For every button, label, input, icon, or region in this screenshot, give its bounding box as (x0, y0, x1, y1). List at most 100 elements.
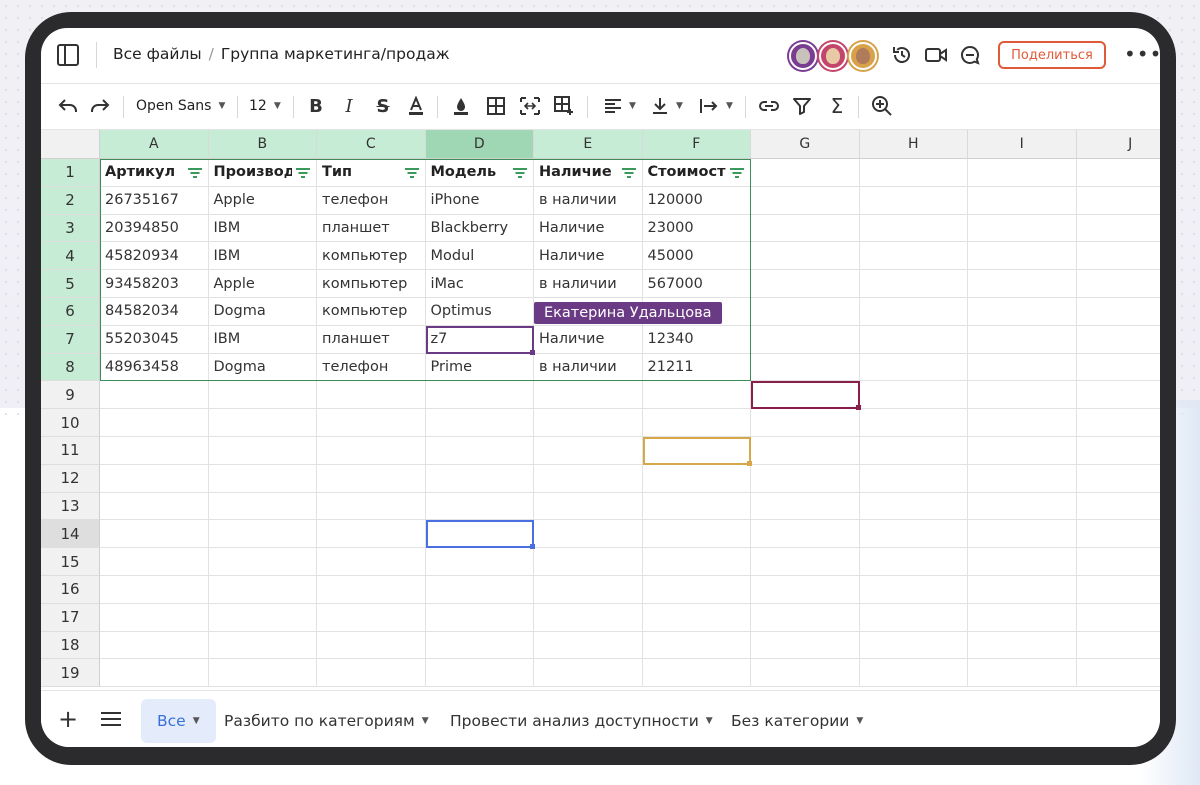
table-cell[interactable] (859, 631, 968, 660)
table-cell[interactable] (208, 437, 317, 465)
table-cell[interactable] (100, 659, 209, 688)
table-cell[interactable] (100, 492, 209, 521)
table-cell[interactable] (317, 520, 426, 549)
table-cell[interactable] (642, 576, 751, 604)
table-cell[interactable] (1076, 326, 1160, 354)
table-cell[interactable] (1076, 604, 1160, 632)
table-cell[interactable] (968, 214, 1077, 243)
font-size-select[interactable]: 12 ▼ (249, 94, 281, 118)
table-cell[interactable] (968, 576, 1077, 604)
row-header-5[interactable]: 5 (41, 270, 100, 298)
avatar[interactable] (849, 42, 877, 70)
table-cell[interactable]: Наличие (534, 325, 643, 354)
table-cell[interactable] (751, 492, 860, 521)
table-cell[interactable]: 21211 (642, 353, 751, 382)
table-cell[interactable] (534, 520, 643, 549)
table-cell[interactable]: Apple (208, 270, 317, 298)
table-cell[interactable]: в наличии (534, 270, 643, 298)
table-cell[interactable] (751, 298, 860, 326)
italic-icon[interactable]: I (338, 94, 360, 118)
table-cell[interactable] (968, 492, 1077, 521)
table-cell[interactable] (208, 409, 317, 437)
table-cell[interactable] (859, 603, 968, 632)
table-cell[interactable] (317, 381, 426, 410)
zoom-in-icon[interactable] (870, 94, 894, 118)
table-cell[interactable] (534, 381, 643, 410)
table-cell[interactable] (859, 659, 968, 688)
table-cell[interactable] (208, 576, 317, 604)
table-cell[interactable] (1076, 437, 1160, 465)
row-header-6[interactable]: 6 (41, 298, 100, 326)
column-header-g[interactable]: G (751, 130, 860, 159)
column-filter-icon[interactable] (621, 168, 636, 178)
table-cell[interactable] (425, 631, 534, 660)
table-cell[interactable] (642, 603, 751, 632)
table-cell[interactable] (100, 437, 209, 465)
table-cell[interactable] (751, 159, 860, 187)
horizontal-align-select[interactable]: ▼ (600, 94, 640, 118)
table-cell[interactable]: 23000 (642, 214, 751, 243)
sheet-tab-by-category[interactable]: Разбито по категориям ▼ (208, 699, 445, 743)
table-cell[interactable] (317, 548, 426, 576)
table-cell[interactable] (425, 464, 534, 493)
table-cell[interactable]: Prime (425, 353, 534, 382)
table-cell[interactable] (859, 576, 968, 604)
table-cell[interactable] (1076, 465, 1160, 493)
table-cell[interactable] (208, 603, 317, 632)
borders-icon[interactable] (485, 94, 507, 118)
row-header-15[interactable]: 15 (41, 548, 100, 576)
breadcrumb-root[interactable]: Все файлы (113, 45, 202, 63)
table-cell[interactable] (534, 464, 643, 493)
table-cell[interactable] (100, 603, 209, 632)
table-cell[interactable] (859, 298, 968, 326)
table-cell[interactable] (425, 520, 534, 549)
table-cell[interactable] (317, 492, 426, 521)
table-cell[interactable] (751, 270, 860, 298)
table-cell[interactable]: телефон (317, 186, 426, 215)
table-cell[interactable] (317, 409, 426, 437)
table-header-cell[interactable]: Тип (317, 159, 426, 187)
table-cell[interactable] (534, 603, 643, 632)
table-cell[interactable]: 84582034 (100, 298, 209, 326)
table-cell[interactable] (642, 659, 751, 688)
table-cell[interactable] (642, 520, 751, 549)
row-header-2[interactable]: 2 (41, 186, 100, 215)
table-cell[interactable]: Наличие (534, 242, 643, 271)
table-cell[interactable] (1076, 298, 1160, 326)
table-cell[interactable] (100, 464, 209, 493)
select-all-corner[interactable] (41, 130, 100, 159)
table-cell[interactable] (859, 325, 968, 354)
table-cell[interactable] (317, 603, 426, 632)
table-cell[interactable] (968, 631, 1077, 660)
vertical-align-select[interactable]: ▼ (647, 94, 687, 118)
insert-cells-icon[interactable] (553, 94, 575, 118)
table-cell[interactable] (859, 464, 968, 493)
table-cell[interactable]: IBM (208, 242, 317, 271)
table-cell[interactable]: телефон (317, 353, 426, 382)
row-header-17[interactable]: 17 (41, 603, 100, 632)
column-filter-icon[interactable] (404, 168, 419, 178)
row-header-18[interactable]: 18 (41, 631, 100, 660)
table-cell[interactable] (859, 520, 968, 549)
column-header-f[interactable]: F (642, 130, 751, 159)
table-cell[interactable] (1076, 493, 1160, 521)
table-cell[interactable] (534, 659, 643, 688)
table-cell[interactable] (208, 631, 317, 660)
more-options-icon[interactable]: ••• (1124, 42, 1160, 66)
column-header-b[interactable]: B (208, 130, 317, 159)
table-cell[interactable] (100, 381, 209, 410)
row-header-8[interactable]: 8 (41, 353, 100, 382)
table-cell[interactable] (1076, 548, 1160, 576)
text-wrap-select[interactable]: ▼ (695, 94, 737, 118)
table-cell[interactable]: Blackberry (425, 214, 534, 243)
table-cell[interactable] (968, 603, 1077, 632)
table-cell[interactable] (751, 631, 860, 660)
table-cell[interactable] (1076, 409, 1160, 437)
font-family-select[interactable]: Open Sans ▼ (136, 94, 225, 118)
table-cell[interactable] (968, 520, 1077, 549)
table-cell[interactable] (968, 464, 1077, 493)
table-cell[interactable] (751, 659, 860, 688)
add-sheet-icon[interactable]: + (58, 705, 78, 733)
table-cell[interactable] (425, 492, 534, 521)
table-cell[interactable] (208, 492, 317, 521)
